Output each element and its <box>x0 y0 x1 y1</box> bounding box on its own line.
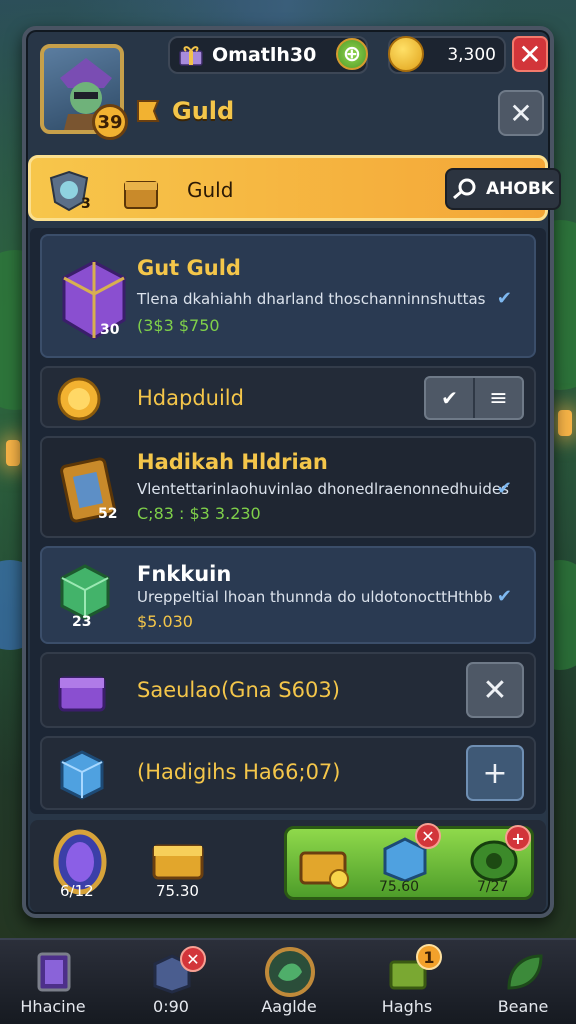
close-button[interactable]: ✕ <box>512 36 548 72</box>
alert-badge-icon: ✕ <box>180 946 206 972</box>
nav-item-timer[interactable]: ✕ 0:90 <box>126 946 216 1024</box>
reward-value: 75.60 <box>379 879 420 895</box>
gold-coin-icon <box>388 36 424 72</box>
item-name: Hadikah Hldrian <box>137 450 328 474</box>
list-item[interactable]: Saeulao(Gna S603) ✕ <box>40 652 536 728</box>
add-gem-button[interactable]: ⊕ <box>336 38 368 70</box>
guild-banner: 3 Guld AHOBK <box>28 155 561 221</box>
bottom-nav: Hhacine ✕ 0:90 Aaglde 1 Haghs Beane <box>0 938 576 1024</box>
notification-badge: 1 <box>416 944 442 970</box>
player-name: Omatlh30 <box>212 44 317 66</box>
toggle-group: ✔ ≡ <box>424 376 524 420</box>
list-item[interactable]: 52 Hadikah Hldrian Vlentettarinlaohuvinl… <box>40 436 536 538</box>
nav-item-haghs[interactable]: 1 Haghs <box>362 944 452 1024</box>
add-button[interactable]: + <box>466 745 524 801</box>
list-item[interactable]: Hdapduild ✔ ≡ <box>40 366 536 428</box>
level-badge: 39 <box>92 104 128 140</box>
green-crate-icon <box>60 564 110 620</box>
item-name: Fnkkuin <box>137 562 232 586</box>
checkmark-icon: ✔ <box>496 478 512 499</box>
item-name: Hdapduild <box>137 386 244 410</box>
item-badge: 23 <box>72 614 92 630</box>
checkmark-icon: ✔ <box>496 586 512 607</box>
item-price: (3$3 $750 <box>137 316 220 335</box>
gift-icon <box>179 46 203 66</box>
checkmark-icon: ✔ <box>496 288 512 309</box>
tray-item-value: 6/12 <box>60 882 94 900</box>
search-button-label: AHOBK <box>486 179 554 199</box>
page-title: Guld <box>172 97 235 125</box>
item-badge: 30 <box>100 322 120 338</box>
add-badge-icon[interactable]: + <box>505 825 531 851</box>
reward-value: 7/27 <box>477 879 509 895</box>
gold-chest-icon <box>299 851 349 889</box>
item-name: Gut Guld <box>137 256 241 280</box>
nav-label: Hhacine <box>20 997 86 1016</box>
remove-badge-icon[interactable]: ✕ <box>415 823 441 849</box>
tray-item-value: 75.30 <box>156 882 199 900</box>
list-item[interactable]: 23 Fnkkuin Ureppeltial lhoan thunnda do … <box>40 546 536 644</box>
currency-amount: 3,300 <box>447 45 496 65</box>
banner-label: Guld <box>187 178 234 202</box>
item-description: Ureppeltial lhoan thunnda do uldotonoctt… <box>137 588 493 606</box>
blue-chest-icon <box>60 750 104 800</box>
check-button[interactable]: ✔ <box>426 378 475 418</box>
nav-label: Haghs <box>381 997 433 1016</box>
item-price: $5.030 <box>137 612 193 631</box>
plus-icon: ⊕ <box>342 41 362 67</box>
nav-label: Beane <box>497 997 549 1016</box>
world-globe-icon <box>265 947 315 997</box>
close-panel-button[interactable]: ✕ <box>498 90 544 136</box>
treasure-chest-icon <box>124 181 158 209</box>
nav-label: 0:90 <box>153 997 189 1016</box>
leaf-icon <box>507 954 543 990</box>
guild-flag-icon <box>137 100 160 122</box>
item-badge: 52 <box>98 506 118 522</box>
nav-label: Aaglde <box>261 997 317 1016</box>
gold-medal-icon <box>57 377 101 421</box>
list-item[interactable]: (Hadigihs Ha66;07) + <box>40 736 536 810</box>
gold-chest-icon[interactable] <box>150 832 206 882</box>
reward-bar[interactable]: ✕ 75.60 + 7/27 <box>284 823 534 900</box>
item-name: Saeulao(Gna S603) <box>137 678 340 702</box>
portal-icon <box>37 952 71 992</box>
item-description: Tlena dkahiahh dharland thoschanninnshut… <box>137 290 486 308</box>
close-icon: ✕ <box>518 37 542 71</box>
page-title-group: Guld <box>134 94 234 128</box>
banner-badge: 3 <box>81 196 91 212</box>
nav-item-aaglde[interactable]: Aaglde <box>244 947 334 1024</box>
list-item[interactable]: 30 Gut Guld Tlena dkahiahh dharland thos… <box>40 234 536 358</box>
remove-button[interactable]: ✕ <box>466 662 524 718</box>
nav-item-beane[interactable]: Beane <box>478 948 568 1024</box>
item-price: C;83 : $3 3.230 <box>137 504 261 523</box>
item-name: (Hadigihs Ha66;07) <box>137 760 341 784</box>
search-button[interactable]: AHOBK <box>445 168 561 210</box>
close-icon: ✕ <box>509 96 533 130</box>
nav-item-hhacine[interactable]: Hhacine <box>8 948 98 1024</box>
item-description: Vlentettarinlaohuvinlao dhonedlraenonned… <box>137 480 509 498</box>
purple-chest-icon <box>58 676 106 712</box>
search-icon <box>453 178 476 200</box>
menu-button[interactable]: ≡ <box>475 378 522 418</box>
guild-list: 30 Gut Guld Tlena dkahiahh dharland thos… <box>30 228 546 814</box>
